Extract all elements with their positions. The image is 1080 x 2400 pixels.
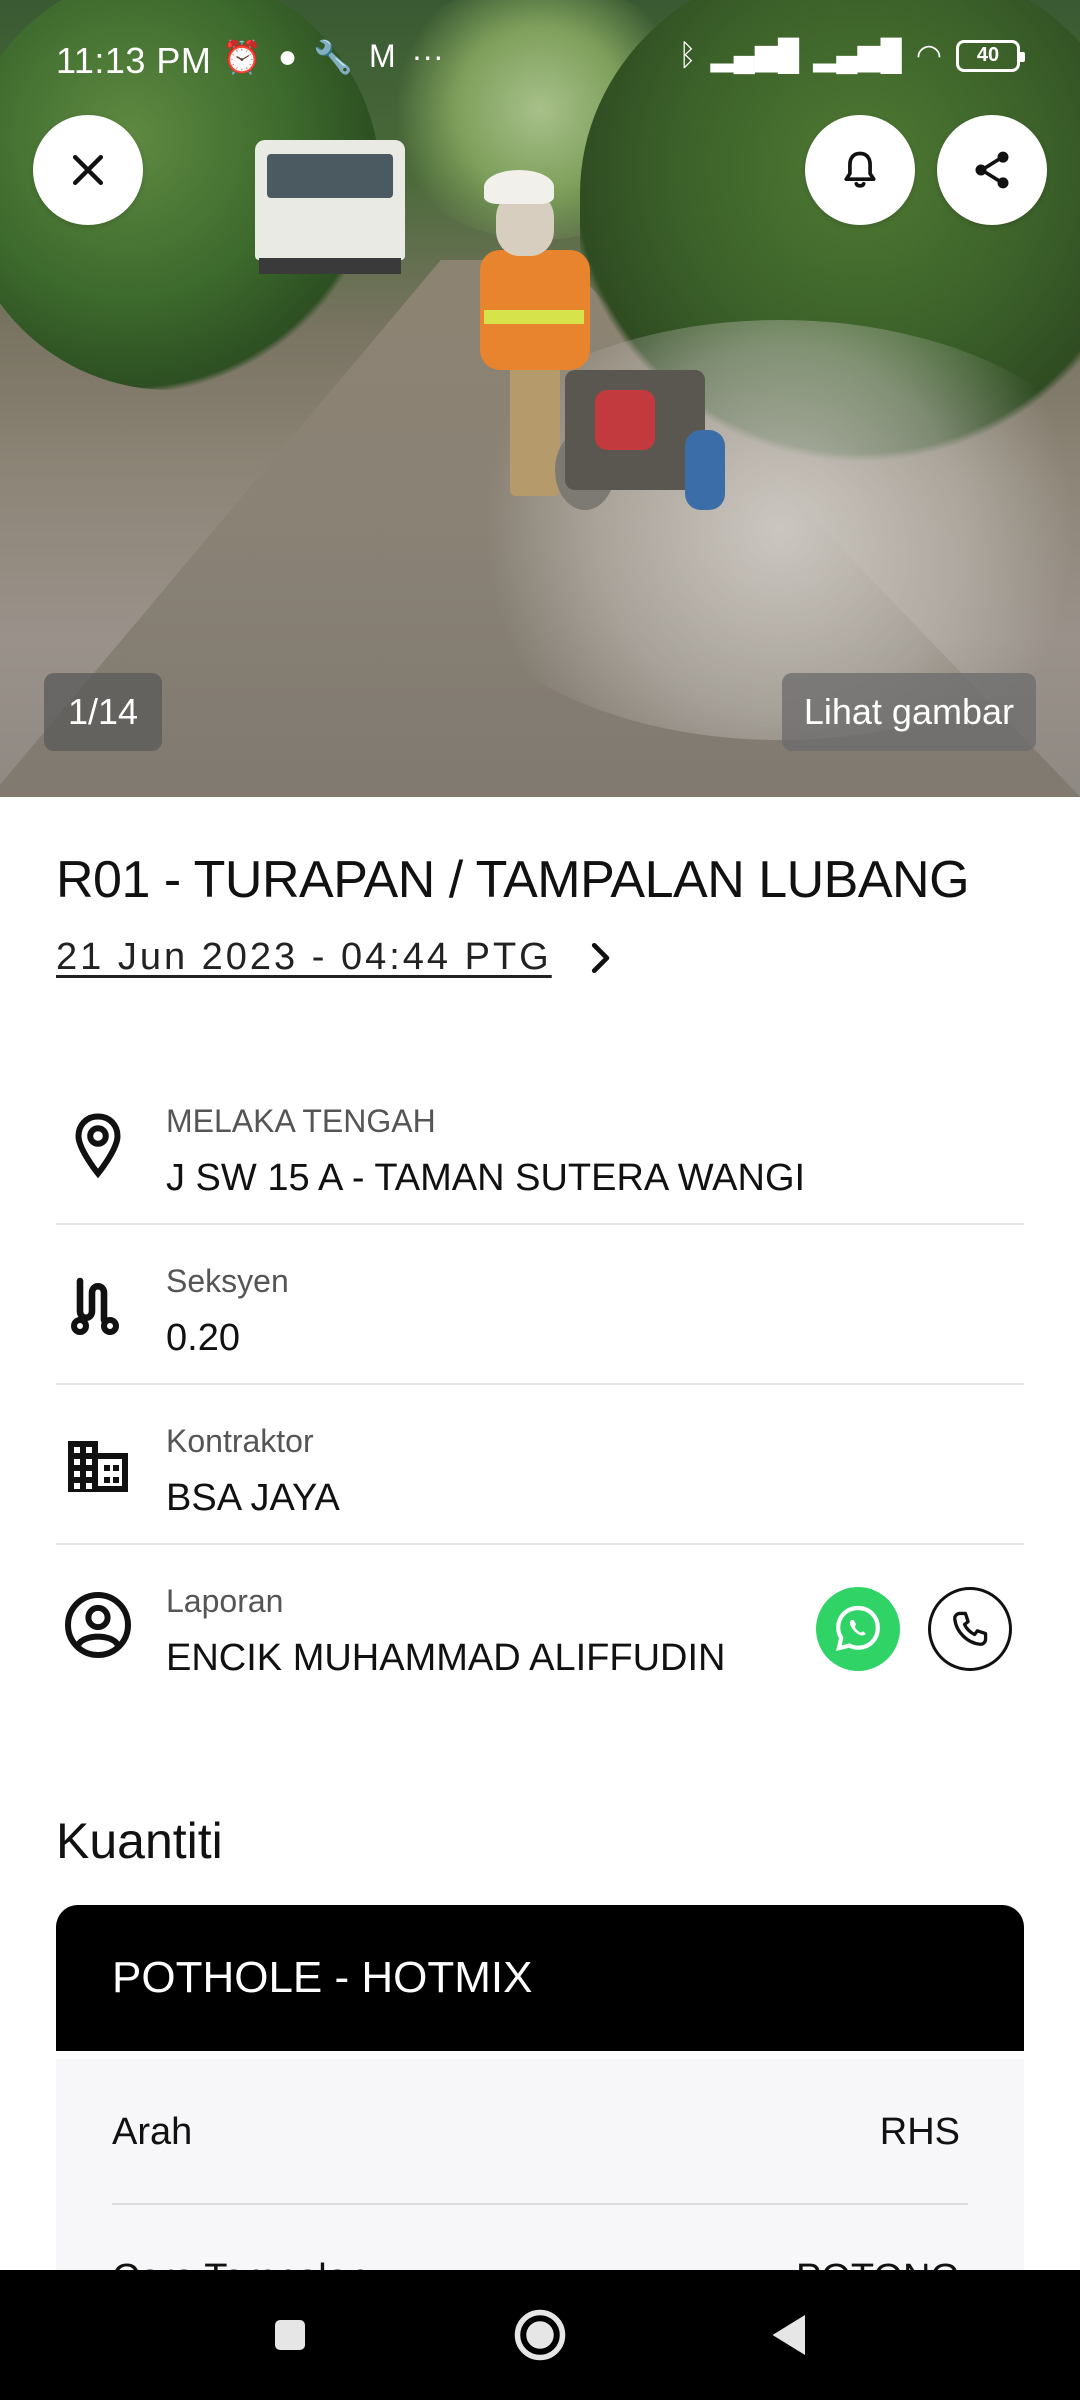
home-icon[interactable] — [510, 2305, 570, 2365]
quantity-row-value: RHS — [879, 2111, 960, 2153]
image-counter: 1/14 — [44, 673, 163, 751]
section-row: Seksyen 0.20 — [56, 1225, 1024, 1385]
report-date-link[interactable]: 21 Jun 2023 - 04:44 PTG — [56, 936, 618, 979]
report-datetime[interactable]: 21 Jun 2023 - 04:44 PTG — [56, 936, 552, 979]
close-button[interactable] — [33, 115, 143, 225]
section-label: Seksyen — [166, 1263, 289, 1299]
location-district: MELAKA TENGAH — [166, 1103, 436, 1139]
photo-truck — [255, 140, 415, 290]
close-icon — [72, 154, 104, 186]
contractor-value: BSA JAYA — [166, 1477, 340, 1519]
notification-icons: ⏰ ● 🔧 M ··· — [222, 38, 444, 76]
quantity-card-title: POTHOLE - HOTMIX — [56, 1905, 1024, 2051]
building-icon — [68, 1441, 128, 1492]
reporter-row: Laporan ENCIK MUHAMMAD ALIFFUDIN — [56, 1545, 1024, 1705]
quantity-row-key: Arah — [112, 2111, 193, 2153]
chat-bubble-icon: ● — [277, 38, 298, 74]
contractor-row: Kontraktor BSA JAYA — [56, 1385, 1024, 1545]
view-photo-button[interactable]: Lihat gambar — [781, 673, 1036, 751]
whatsapp-icon — [836, 1605, 880, 1651]
location-pin-icon — [75, 1113, 121, 1179]
route-icon — [71, 1277, 119, 1335]
recents-icon[interactable] — [260, 2305, 320, 2365]
location-road: J SW 15 A - TAMAN SUTERA WANGI — [166, 1157, 806, 1199]
more-dots-icon: ··· — [411, 38, 444, 74]
system-nav-bar — [0, 2270, 1080, 2400]
location-row: MELAKA TENGAH J SW 15 A - TAMAN SUTERA W… — [56, 1065, 1024, 1225]
reporter-name: ENCIK MUHAMMAD ALIFFUDIN — [166, 1637, 726, 1679]
user-avatar-icon — [65, 1592, 131, 1658]
alarm-off-icon: ⏰ — [222, 39, 262, 75]
reporter-label: Laporan — [166, 1583, 284, 1619]
contractor-label: Kontraktor — [166, 1423, 314, 1459]
photo-cutting-machine — [555, 330, 735, 530]
quantity-row: Arah RHS — [112, 2059, 968, 2205]
phone-icon — [953, 1611, 988, 1646]
status-bar: 11:13 PM ⏰ ● 🔧 M ··· ᛒ ▂▄▆█ ▂▄▆█ ◠ 40 — [0, 0, 1080, 120]
mail-icon: M — [369, 38, 396, 74]
section-value: 0.20 — [166, 1317, 240, 1359]
status-time: 11:13 PM — [56, 40, 212, 81]
signal-icon-1: ▂▄▆█ — [710, 39, 800, 72]
bell-icon — [844, 151, 876, 188]
whatsapp-button[interactable] — [816, 1587, 900, 1671]
battery-icon: 40 — [956, 39, 1025, 72]
notification-button[interactable] — [805, 115, 915, 225]
wrench-icon: 🔧 — [313, 39, 354, 75]
share-button[interactable] — [937, 115, 1047, 225]
quantity-section-title: Kuantiti — [56, 1813, 223, 1869]
signal-icon-2: ▂▄▆█ — [813, 39, 902, 72]
share-icon — [975, 151, 1009, 189]
report-title: R01 - TURAPAN / TAMPALAN LUBANG — [56, 851, 970, 909]
call-button[interactable] — [928, 1587, 1012, 1671]
chevron-right-icon — [591, 942, 610, 973]
system-icons: ᛒ ▂▄▆█ ▂▄▆█ ◠ 40 — [678, 38, 1025, 73]
wifi-icon: ◠ — [915, 39, 942, 72]
bluetooth-icon: ᛒ — [678, 38, 697, 72]
back-icon[interactable] — [760, 2305, 820, 2365]
